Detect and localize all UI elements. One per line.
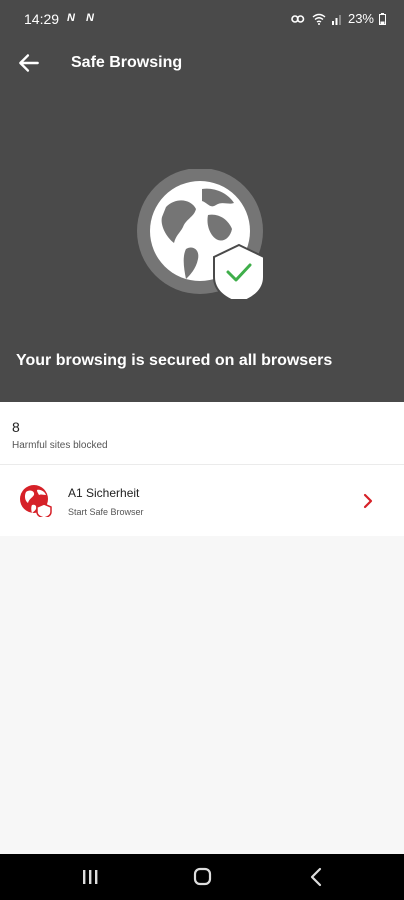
app-subtitle: Start Safe Browser [68, 507, 144, 517]
battery-percent: 23% [347, 11, 374, 26]
status-time: 14:29 [24, 11, 60, 27]
notification-icon: N [86, 12, 94, 24]
back-icon[interactable] [296, 864, 336, 890]
blocked-label: Harmful sites blocked [12, 440, 108, 451]
home-icon[interactable] [182, 864, 222, 890]
back-arrow-icon[interactable] [16, 50, 42, 76]
app-name: A1 Sicherheit [68, 486, 140, 500]
status-right: 23% [291, 11, 386, 26]
wifi-icon [312, 13, 326, 25]
a1-sicherheit-row[interactable]: A1 Sicherheit Start Safe Browser [0, 465, 404, 536]
app-bar: Safe Browsing [0, 40, 404, 86]
header-area: 14:29 N N 23% Safe Browsing Your browsin… [0, 0, 404, 402]
secured-message: Your browsing is secured on all browsers [16, 352, 333, 369]
notification-icon: N [67, 12, 75, 24]
chevron-right-icon [363, 493, 373, 509]
signal-icon [331, 14, 341, 25]
battery-icon [379, 12, 386, 25]
globe-icon [20, 485, 52, 517]
recents-icon[interactable] [70, 864, 110, 890]
key-icon [291, 14, 305, 23]
blocked-sites-card: 8 Harmful sites blocked [0, 402, 404, 465]
status-bar: 14:29 N N 23% [0, 0, 404, 40]
blocked-count: 8 [12, 419, 20, 435]
system-nav-bar [0, 854, 404, 900]
globe-shield-icon [137, 169, 265, 299]
page-title: Safe Browsing [71, 54, 183, 71]
